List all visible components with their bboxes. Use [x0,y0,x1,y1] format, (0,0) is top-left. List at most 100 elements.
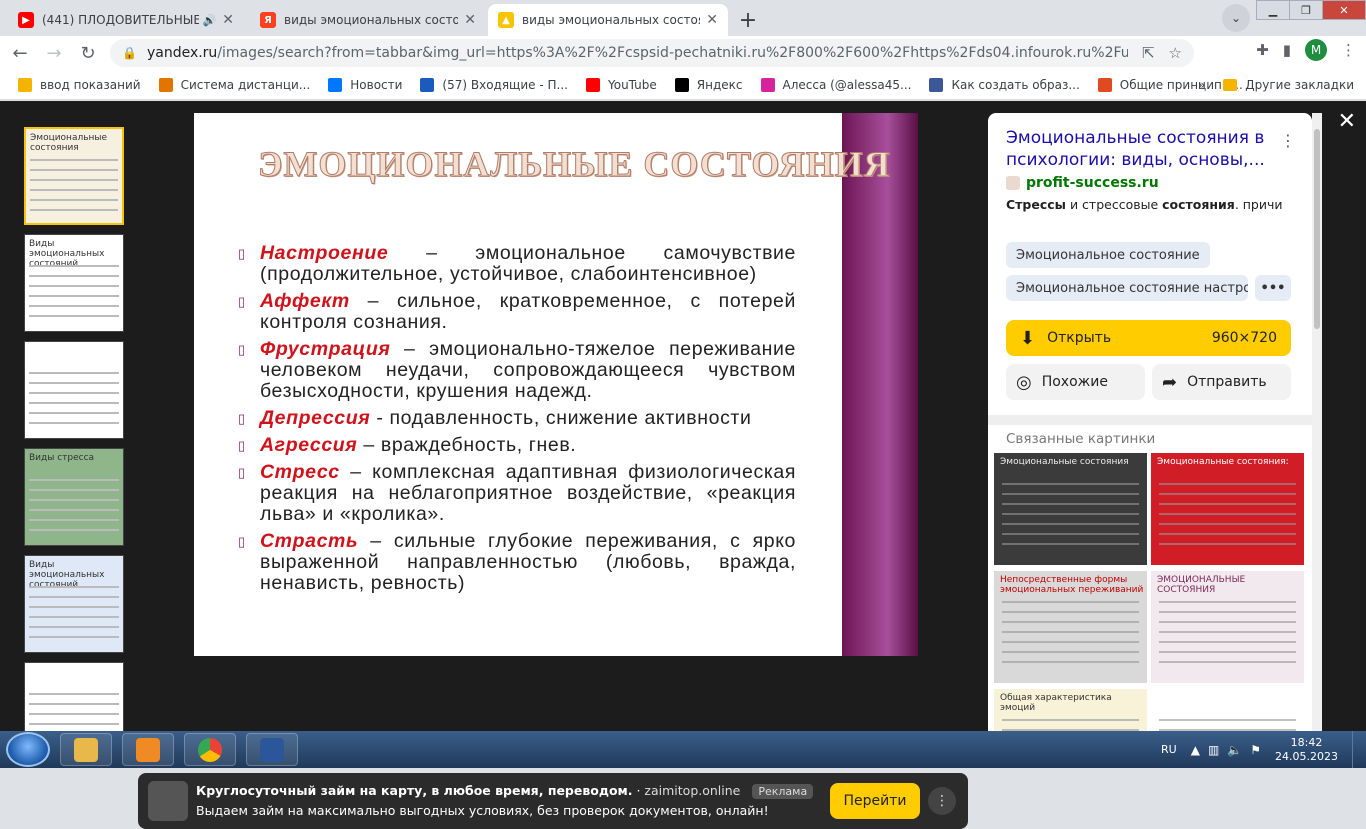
image-size: 960×720 [1211,330,1277,346]
share-page-icon[interactable]: ⇱ [1142,44,1155,62]
ad-go-button[interactable]: Перейти [830,783,920,819]
open-label: Открыть [1047,330,1112,346]
scrollbar-thumb[interactable] [1314,129,1320,329]
thumbnail[interactable]: Виды эмоциональных состояний [24,555,124,653]
slide-term: Фрустрация [260,338,391,360]
speaker-icon[interactable]: 🔊 [203,14,217,27]
slide-list-item: Стресс – комплексная адаптивная физиолог… [238,462,796,525]
source-title-link[interactable]: Эмоциональные состояния в психологии: ви… [1006,127,1286,171]
panel-more-icon[interactable]: ⋮ [1280,131,1296,150]
related-image[interactable]: ЭМОЦИОНАЛЬНЫЕ СОСТОЯНИЯ [1151,571,1304,683]
slide-list: Настроение – эмоциональное самочувствие … [238,243,796,600]
close-tab-icon[interactable]: ✕ [706,12,718,28]
bookmark-item[interactable]: Как создать образ... [929,77,1080,92]
ad-more-button[interactable]: ⋮ [928,787,956,815]
related-image[interactable] [1151,689,1304,731]
show-desktop-button[interactable] [1352,731,1366,768]
ad-banner[interactable]: Круглосуточный займ на карту, в любое вр… [138,773,968,829]
tab-youtube[interactable]: ▶ (441) ПЛОДОВИТЕЛЬНЫЕ В... 🔊 ✕ [8,4,244,36]
bookmark-star-icon[interactable]: ☆ [1169,44,1182,62]
related-image-line [1159,523,1296,525]
source-site[interactable]: profit-success.ru [1006,175,1159,191]
thumbnail-line [29,372,119,374]
ad-header: Круглосуточный займ на карту, в любое вр… [196,783,814,799]
thumbnail-line [29,275,119,277]
forward-button[interactable]: → [40,39,68,67]
close-tab-icon[interactable]: ✕ [222,12,234,28]
tab-yandex-images[interactable]: ▲ виды эмоциональных состояни... ✕ [488,4,728,36]
tab-yandex-search[interactable]: Я виды эмоциональных состояни... ✕ [250,4,486,36]
close-viewer-icon[interactable]: ✕ [1338,109,1356,134]
maximize-button[interactable]: ❐ [1289,0,1323,20]
image-info-panel: Эмоциональные состояния в психологии: ви… [988,113,1312,731]
explorer-icon [74,737,98,762]
other-bookmarks[interactable]: » Другие закладки [1198,70,1354,100]
similar-button[interactable]: ◎ Похожие [1006,364,1145,400]
tab-search-icon[interactable]: ⌄ [1222,4,1250,32]
bookmark-item[interactable]: Новости [328,77,402,92]
thumbnail-line [30,159,118,161]
explorer-app[interactable] [60,733,112,766]
back-button[interactable]: ← [6,39,34,67]
related-image[interactable]: Общая характеристика эмоций [994,689,1147,731]
bookmark-item[interactable]: Система дистанци... [158,77,310,92]
related-image-line [1002,661,1139,663]
menu-icon[interactable]: ⋮ [1341,41,1356,59]
slide-image[interactable]: ЭМОЦИОНАЛЬНЫЕ СОСТОЯНИЯ Настроение – эмо… [194,113,918,656]
bookmark-item[interactable]: YouTube [585,77,657,92]
action-center-icon[interactable]: ⚑ [1250,743,1261,757]
new-tab-button[interactable]: + [734,6,762,34]
thumbnail-line [29,479,119,481]
volume-icon[interactable]: 🔈 [1227,743,1242,757]
extensions-icon[interactable]: ✚ [1256,41,1269,59]
tag-chip[interactable]: Эмоциональное состояние [1006,242,1210,268]
thumbnail-line [29,315,119,317]
yandex-icon: Я [260,12,276,28]
thumbnail-line [30,169,118,171]
network-icon[interactable]: ▥ [1208,743,1219,757]
related-image[interactable]: Эмоциональные состояния: [1151,453,1304,565]
related-image[interactable]: Эмоциональные состояния [994,453,1147,565]
thumbnail[interactable] [24,341,124,439]
bookmark-item[interactable]: (57) Входящие - П... [420,77,568,92]
download-icon: ⬇ [1020,327,1036,349]
more-tags-button[interactable]: ••• [1255,275,1291,301]
toolbar-actions: ✚ ▮ M ⋮ [1256,39,1356,61]
bookmark-label: Алесса (@alessa45... [782,77,912,92]
word-app[interactable] [246,733,298,766]
thumbnail-label: Виды стресса [29,453,95,463]
tag-chip[interactable]: Эмоциональное состояние настро... [1006,275,1248,301]
tray-arrow-icon[interactable]: ▲ [1191,743,1200,757]
clock[interactable]: 18:42 24.05.2023 [1275,736,1338,764]
reload-button[interactable]: ↻ [74,39,102,67]
close-window-button[interactable]: ✕ [1322,0,1366,20]
reading-list-icon[interactable]: ▮ [1283,41,1291,59]
panel-scrollbar[interactable] [1312,113,1322,731]
language-indicator[interactable]: RU [1161,743,1177,756]
chrome-app[interactable] [184,733,236,766]
minimize-button[interactable]: ▁ [1256,0,1290,20]
tab-strip: ▶ (441) ПЛОДОВИТЕЛЬНЫЕ В... 🔊 ✕ Я виды э… [0,0,1366,36]
bookmark-item[interactable]: Яндекс [674,77,743,92]
bookmark-item[interactable]: ввод показаний [18,77,141,92]
bookmarks-more-button[interactable]: » [1198,78,1205,92]
media-app[interactable] [122,733,174,766]
close-tab-icon[interactable]: ✕ [464,12,476,28]
thumbnail-line [29,265,119,267]
address-bar[interactable]: 🔒 yandex.ru/images/search?from=tabbar&im… [110,39,1194,67]
open-button[interactable]: ⬇ Открыть 960×720 [1006,320,1291,356]
start-button[interactable] [6,732,50,767]
slide-term: Депрессия [260,407,371,429]
thumbnail[interactable]: Виды стресса [24,448,124,546]
bookmark-item[interactable]: Алесса (@alessa45... [760,77,912,92]
thumbnail[interactable]: Виды эмоциональных состояний [24,234,124,332]
slide-decor [842,113,918,656]
related-image[interactable]: Непосредственные формы эмоциональных пер… [994,571,1147,683]
related-image-line [1159,621,1296,623]
share-button[interactable]: ➦ Отправить [1152,364,1291,400]
thumbnail[interactable]: Эмоциональные состояния [24,127,124,225]
related-image-line [1159,493,1296,495]
slide-title: ЭМОЦИОНАЛЬНЫЕ СОСТОЯНИЯ [258,144,891,185]
profile-avatar[interactable]: M [1305,39,1327,61]
lock-icon[interactable]: 🔒 [122,46,137,60]
